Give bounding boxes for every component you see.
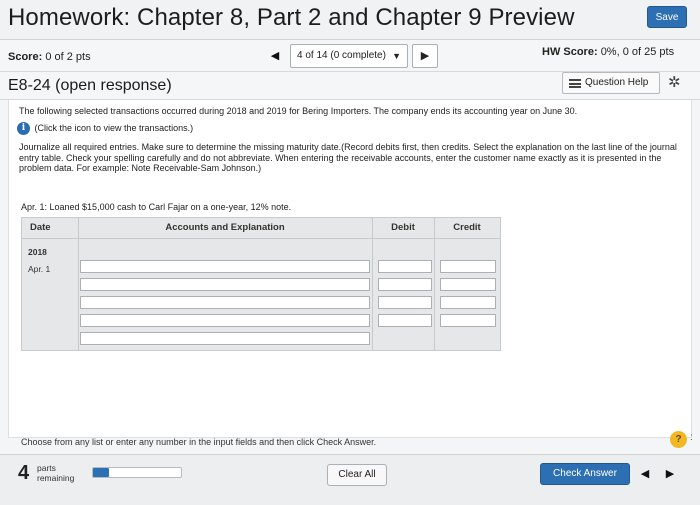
gear-icon[interactable]: ✲ (668, 73, 681, 91)
footer-bar: 4 parts remaining Clear All Check Answer… (0, 454, 700, 505)
transaction-text: Apr. 1: Loaned $15,000 cash to Carl Faja… (21, 202, 292, 212)
question-help-button[interactable]: Question Help (562, 72, 660, 94)
debit-input-row-4[interactable] (378, 314, 432, 327)
chevron-left-icon: ◀ (640, 468, 650, 480)
column-divider (78, 218, 79, 350)
footer-previous-button[interactable]: ◀ (635, 463, 655, 485)
question-help-label: Question Help (585, 77, 649, 88)
more-options-icon[interactable]: : (690, 432, 693, 443)
journal-entry-table: Date Accounts and Explanation Debit Cred… (21, 217, 501, 351)
account-input-row-3[interactable] (80, 296, 370, 309)
chevron-down-icon: ▼ (392, 51, 401, 61)
question-navigator: ◀ 4 of 14 (0 complete) ▼ ▶ (262, 44, 442, 68)
question-select[interactable]: 4 of 14 (0 complete) ▼ (290, 44, 408, 68)
score-bar: Score: 0 of 2 pts ◀ 4 of 14 (0 complete)… (0, 40, 700, 72)
score-label: Score: (8, 51, 43, 63)
answer-prompt: Choose from any list or enter any number… (21, 437, 377, 447)
footer-next-button[interactable]: ▶ (660, 463, 680, 485)
chevron-left-icon: ◀ (270, 50, 280, 62)
explanation-input[interactable] (80, 332, 370, 345)
parts-label-line-2: remaining (37, 472, 75, 483)
chevron-right-icon: ▶ (665, 468, 675, 480)
help-icon[interactable]: ? (670, 431, 687, 448)
credit-column-header: Credit (453, 222, 481, 233)
credit-input-row-4[interactable] (440, 314, 496, 327)
parts-remaining-count: 4 (18, 462, 30, 484)
account-column-header: Accounts and Explanation (165, 222, 285, 233)
check-answer-button[interactable]: Check Answer (540, 463, 630, 485)
progress-bar (92, 467, 182, 478)
score-value: 0 of 2 pts (45, 51, 91, 63)
next-question-button[interactable]: ▶ (412, 44, 438, 68)
debit-input-row-3[interactable] (378, 296, 432, 309)
list-icon (569, 79, 581, 88)
previous-question-button[interactable]: ◀ (262, 44, 288, 68)
save-button[interactable]: Save (647, 6, 687, 28)
question-position: 4 of 14 (0 complete) (297, 50, 386, 61)
question-content: The following selected transactions occu… (8, 100, 693, 448)
question-title: E8-24 (open response) (8, 77, 172, 94)
hw-score-text: HW Score: 0%, 0 of 25 pts (542, 46, 674, 58)
page-title: Homework: Chapter 8, Part 2 and Chapter … (8, 4, 575, 31)
date-column-header: Date (30, 222, 51, 233)
progress-fill (93, 468, 109, 477)
clear-all-button[interactable]: Clear All (327, 464, 387, 486)
credit-input-row-1[interactable] (440, 260, 496, 273)
credit-input-row-2[interactable] (440, 278, 496, 291)
info-link-text[interactable]: (Click the icon to view the transactions… (35, 123, 194, 133)
question-title-bar: E8-24 (open response) Question Help ✲ (0, 72, 700, 100)
column-divider (434, 218, 435, 350)
debit-column-header: Debit (391, 222, 415, 233)
account-input-row-2[interactable] (80, 278, 370, 291)
header-divider (22, 238, 500, 239)
instructions: Journalize all required entries. Make su… (19, 142, 677, 173)
score-text: Score: 0 of 2 pts (8, 51, 91, 63)
account-input-row-4[interactable] (80, 314, 370, 327)
debit-input-row-1[interactable] (378, 260, 432, 273)
entry-date-label: Apr. 1 (28, 264, 51, 274)
header-bar: Homework: Chapter 8, Part 2 and Chapter … (0, 0, 700, 40)
account-input-row-1[interactable] (80, 260, 370, 273)
hw-score-label: HW Score: (542, 46, 598, 58)
hw-score-value: 0%, 0 of 25 pts (600, 46, 675, 58)
debit-input-row-2[interactable] (378, 278, 432, 291)
transactions-info-link[interactable]: i (Click the icon to view the transactio… (17, 122, 193, 135)
problem-intro: The following selected transactions occu… (19, 106, 578, 116)
column-divider (372, 218, 373, 350)
year-label: 2018 (28, 247, 47, 257)
credit-input-row-3[interactable] (440, 296, 496, 309)
parts-remaining-label: parts remaining (37, 463, 75, 483)
chevron-right-icon: ▶ (420, 50, 430, 62)
info-icon[interactable]: i (17, 122, 30, 135)
app-frame: Homework: Chapter 8, Part 2 and Chapter … (0, 0, 700, 505)
